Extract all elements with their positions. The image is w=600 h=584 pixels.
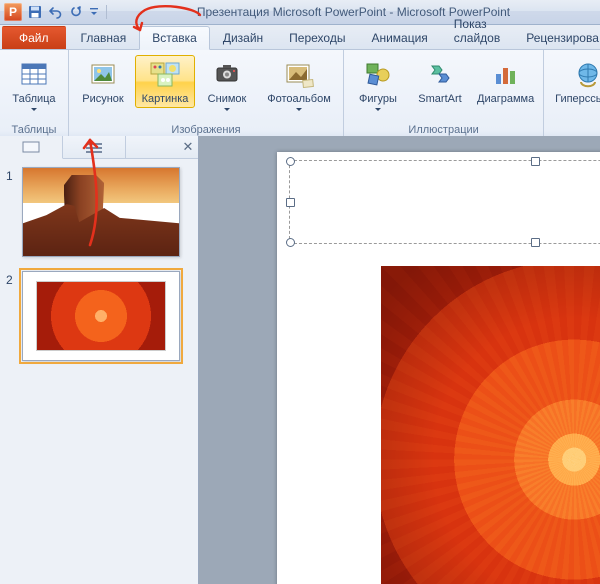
chevron-down-icon	[375, 108, 381, 111]
workspace: ✕ 1 2	[0, 136, 600, 584]
ribbon-tabs: Файл Главная Вставка Дизайн Переходы Ани…	[0, 25, 600, 50]
thumbnail-row[interactable]: 2	[6, 271, 190, 361]
slide-canvas[interactable]	[277, 152, 600, 584]
qat-dropdown-icon[interactable]	[90, 5, 98, 19]
resize-handle[interactable]	[286, 157, 295, 166]
slide-panel: ✕ 1 2	[0, 136, 199, 584]
clipart-label: Картинка	[142, 93, 189, 105]
slides-tab[interactable]	[0, 136, 63, 159]
tab-slideshow[interactable]: Показ слайдов	[441, 12, 513, 49]
resize-handle[interactable]	[531, 157, 540, 166]
slide-editor[interactable]	[199, 136, 600, 584]
undo-icon[interactable]	[48, 5, 64, 19]
smartart-button[interactable]: SmartArt	[410, 55, 470, 108]
shapes-label: Фигуры	[359, 93, 397, 105]
clipart-button[interactable]: Картинка	[135, 55, 195, 108]
chart-button[interactable]: Диаграмма	[472, 55, 539, 108]
thumbnail-list[interactable]: 1 2	[0, 159, 198, 584]
screenshot-button[interactable]: Снимок	[197, 55, 257, 114]
hyperlink-button[interactable]: Гиперссылка	[548, 55, 600, 108]
resize-handle[interactable]	[286, 238, 295, 247]
smartart-icon	[424, 58, 456, 90]
title-placeholder[interactable]	[289, 160, 600, 244]
tab-file[interactable]: Файл	[2, 26, 66, 49]
tab-review[interactable]: Рецензирова	[513, 26, 600, 49]
hyperlink-icon	[572, 58, 600, 90]
photo-album-label: Фотоальбом	[267, 93, 331, 105]
tab-design[interactable]: Дизайн	[210, 26, 276, 49]
group-illustrations: Фигуры SmartArt Диаграмма Иллюстрации	[344, 50, 544, 138]
group-images: Рисунок Картинка Снимок	[69, 50, 344, 138]
close-panel-icon[interactable]: ✕	[178, 136, 198, 158]
resize-handle[interactable]	[531, 238, 540, 247]
picture-button[interactable]: Рисунок	[73, 55, 133, 108]
shapes-button[interactable]: Фигуры	[348, 55, 408, 114]
photo-album-icon	[283, 58, 315, 90]
thumbnail-image	[37, 282, 165, 350]
chevron-down-icon	[296, 108, 302, 111]
tab-insert[interactable]: Вставка	[139, 26, 210, 50]
hyperlink-label: Гиперссылка	[555, 93, 600, 105]
tab-transitions[interactable]: Переходы	[276, 26, 358, 49]
group-links: Гиперссылка Действие Ссылки	[544, 50, 600, 138]
slide-number: 2	[6, 271, 16, 361]
panel-tabs: ✕	[0, 136, 198, 159]
photo-album-button[interactable]: Фотоальбом	[259, 55, 339, 114]
outline-tab[interactable]	[63, 136, 126, 158]
resize-handle[interactable]	[286, 198, 295, 207]
quick-access-toolbar	[28, 5, 107, 19]
thumbnail-row[interactable]: 1	[6, 167, 190, 257]
tab-animations[interactable]: Анимация	[358, 26, 440, 49]
chart-label: Диаграмма	[477, 93, 534, 105]
table-label: Таблица	[12, 93, 55, 105]
table-button[interactable]: Таблица	[4, 55, 64, 114]
redo-icon[interactable]	[70, 5, 84, 19]
slide-number: 1	[6, 167, 16, 257]
outline-tab-icon	[83, 140, 105, 154]
tab-home[interactable]: Главная	[68, 26, 140, 49]
smartart-label: SmartArt	[418, 93, 461, 105]
slide-image[interactable]	[381, 266, 600, 584]
slide-thumbnail-2[interactable]	[22, 271, 180, 361]
table-icon	[18, 58, 50, 90]
screenshot-label: Снимок	[208, 93, 247, 105]
shapes-icon	[362, 58, 394, 90]
picture-icon	[87, 58, 119, 90]
chart-icon	[490, 58, 522, 90]
screenshot-icon	[211, 58, 243, 90]
ribbon: Таблица Таблицы Рисунок Ка	[0, 50, 600, 139]
window-title: Презентация Microsoft PowerPoint - Micro…	[107, 5, 600, 19]
clipart-icon	[149, 58, 181, 90]
picture-label: Рисунок	[82, 93, 124, 105]
slides-tab-icon	[20, 140, 42, 154]
group-tables: Таблица Таблицы	[0, 50, 69, 138]
slide-thumbnail-1[interactable]	[22, 167, 180, 257]
save-icon[interactable]	[28, 5, 42, 19]
app-icon: P	[4, 3, 22, 21]
chevron-down-icon	[31, 108, 37, 111]
chevron-down-icon	[224, 108, 230, 111]
